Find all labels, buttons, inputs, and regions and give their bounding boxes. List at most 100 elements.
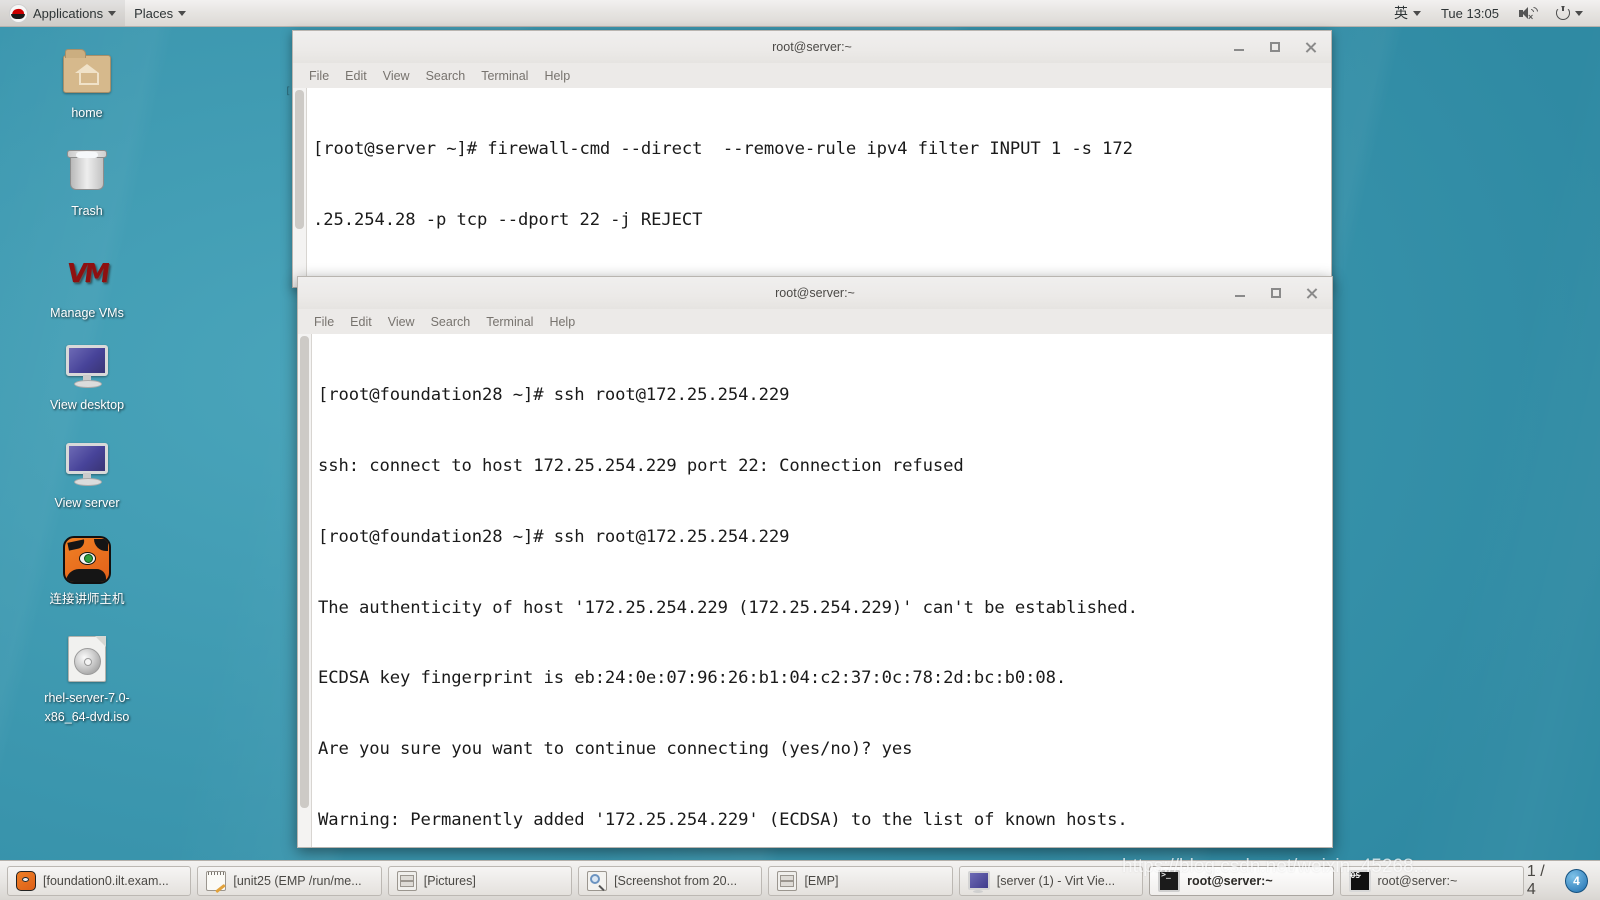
maximize-button[interactable]: [1267, 39, 1283, 55]
volume-indicator[interactable]: ×: [1510, 0, 1545, 26]
panel-status-area: 英 Tue 13:05 ×: [1385, 0, 1600, 26]
chevron-down-icon: [108, 10, 117, 16]
close-button[interactable]: [1303, 39, 1319, 55]
terminal-one-title: root@server:~: [772, 40, 852, 54]
desktop-icon-label: View server: [54, 496, 120, 510]
workspace-switcher[interactable]: 1 / 4 4: [1527, 863, 1596, 899]
iso-disc-icon: [61, 633, 113, 685]
terminal-icon: [1158, 869, 1181, 892]
desktop-icon-home[interactable]: home: [33, 48, 141, 123]
desktop-icon-label: home: [71, 106, 103, 120]
chevron-down-icon: [178, 10, 187, 16]
maximize-button[interactable]: [1268, 285, 1284, 301]
terminal-two-scrollbar[interactable]: [298, 334, 312, 847]
monitor-icon: [61, 340, 113, 392]
terminal-window-two[interactable]: root@server:~ File Edit View Search Term…: [297, 276, 1333, 848]
menu-view[interactable]: View: [375, 67, 418, 85]
terminal-one-output[interactable]: [root@server ~]# firewall-cmd --direct -…: [307, 88, 1331, 287]
terminal-line: ECDSA key fingerprint is eb:24:0e:07:96:…: [318, 668, 1067, 689]
image-viewer-icon: [587, 870, 608, 891]
places-menu[interactable]: Places: [125, 0, 195, 26]
power-icon: [1556, 6, 1570, 20]
menu-terminal[interactable]: Terminal: [473, 67, 536, 85]
terminal-line: [root@server ~]# firewall-cmd --direct -…: [313, 139, 1133, 160]
clock[interactable]: Tue 13:05: [1432, 0, 1508, 26]
terminal-two-output[interactable]: [root@foundation28 ~]# ssh root@172.25.2…: [312, 334, 1332, 847]
workspace-indicator-label: 1 / 4: [1526, 862, 1545, 898]
terminal-window-one[interactable]: root@server:~ File Edit View Search Term…: [292, 30, 1332, 288]
taskbar: [foundation0.ilt.exam... [unit25 (EMP /r…: [0, 860, 1600, 900]
desktop-icon-label: Manage VMs: [50, 306, 124, 320]
top-panel: Applications Places 英 Tue 13:05 ×: [0, 0, 1600, 27]
desktop-icon-label: View desktop: [49, 398, 125, 412]
menu-help[interactable]: Help: [541, 313, 583, 331]
taskbar-item-label: [Screenshot from 20...: [614, 873, 738, 888]
menu-file[interactable]: File: [306, 313, 342, 331]
input-method-indicator[interactable]: 英: [1385, 0, 1430, 26]
terminal-one-scrollbar[interactable]: [293, 88, 307, 287]
desktop-icon-view-server[interactable]: View server: [33, 438, 141, 513]
vmware-logo-icon: VM: [64, 259, 110, 289]
menu-edit[interactable]: Edit: [342, 313, 380, 331]
taskbar-item-screenshot[interactable]: [Screenshot from 20...: [578, 865, 763, 896]
terminal-one-titlebar[interactable]: root@server:~: [292, 30, 1332, 63]
desktop-icon-label: 连接讲师主机: [49, 592, 125, 606]
terminal-two-titlebar[interactable]: root@server:~: [297, 276, 1333, 309]
taskbar-item-unit25[interactable]: [unit25 (EMP /run/me...: [197, 865, 382, 896]
scrollbar-thumb[interactable]: [295, 90, 304, 230]
redhat-logo-icon: [9, 3, 28, 23]
menu-terminal[interactable]: Terminal: [478, 313, 541, 331]
terminal-two-body[interactable]: [root@foundation28 ~]# ssh root@172.25.2…: [297, 334, 1333, 848]
terminal-line: Are you sure you want to continue connec…: [318, 739, 913, 760]
taskbar-item-virt-viewer[interactable]: [server (1) - Virt Vie...: [958, 865, 1144, 896]
taskbar-item-foundation0[interactable]: [foundation0.ilt.exam...: [7, 865, 192, 896]
taskbar-item-label: [server (1) - Virt Vie...: [996, 873, 1116, 888]
menu-help[interactable]: Help: [536, 67, 578, 85]
places-menu-label: Places: [134, 5, 174, 21]
scrollbar-thumb[interactable]: [300, 336, 309, 808]
file-manager-icon: [396, 870, 417, 891]
window-edge-artifact: [: [285, 86, 292, 97]
minimize-button[interactable]: [1231, 39, 1247, 55]
chevron-down-icon: [1575, 10, 1583, 16]
taskbar-item-terminal-active[interactable]: root@server:~: [1149, 865, 1334, 896]
minimize-button[interactable]: [1232, 285, 1248, 301]
terminal-line: ssh: connect to host 172.25.254.229 port…: [318, 455, 964, 476]
terminal-one-menubar: File Edit View Search Terminal Help: [292, 63, 1332, 88]
taskbar-item-label: root@server:~: [1377, 873, 1458, 888]
menu-search[interactable]: Search: [423, 313, 479, 331]
terminal-line: .25.254.28 -p tcp --dport 22 -j REJECT: [313, 209, 703, 230]
virt-viewer-icon: [967, 871, 990, 893]
speaker-muted-icon: ×: [1519, 4, 1540, 21]
terminal-icon: [1348, 869, 1371, 892]
input-method-label: 英: [1393, 5, 1408, 21]
taskbar-item-pictures[interactable]: [Pictures]: [387, 865, 573, 896]
menu-search[interactable]: Search: [418, 67, 474, 85]
terminal-two-window-controls: [1232, 285, 1332, 301]
taskbar-item-terminal-second[interactable]: root@server:~: [1339, 865, 1524, 896]
menu-view[interactable]: View: [380, 313, 423, 331]
desktop-screen: Applications Places 英 Tue 13:05 × home T…: [0, 0, 1600, 900]
desktop-icon-view-desktop[interactable]: View desktop: [33, 340, 141, 415]
monitor-icon: [61, 438, 113, 490]
taskbar-item-label: [Pictures]: [423, 873, 476, 888]
desktop-icon-rhel-iso[interactable]: rhel-server-7.0-x86_64-dvd.iso: [33, 633, 141, 728]
terminal-two-title: root@server:~: [775, 286, 855, 300]
desktop-icon-manage-vms[interactable]: VM Manage VMs: [33, 248, 141, 323]
workspace-badge-icon[interactable]: 4: [1564, 868, 1588, 893]
system-menu[interactable]: [1547, 0, 1592, 26]
clock-label: Tue 13:05: [1440, 5, 1499, 21]
terminal-line: [root@foundation28 ~]# ssh root@172.25.2…: [318, 385, 790, 406]
applications-menu[interactable]: Applications: [0, 0, 126, 26]
menu-file[interactable]: File: [301, 67, 337, 85]
taskbar-item-label: [unit25 (EMP /run/me...: [233, 873, 362, 888]
desktop-icon-trash[interactable]: Trash: [33, 146, 141, 221]
terminal-one-body[interactable]: [root@server ~]# firewall-cmd --direct -…: [292, 88, 1332, 288]
close-button[interactable]: [1304, 285, 1320, 301]
terminal-line: Warning: Permanently added '172.25.254.2…: [318, 809, 1128, 830]
desktop-icon-label: rhel-server-7.0-x86_64-dvd.iso: [44, 691, 130, 725]
desktop-icon-connect-instructor-host[interactable]: 连接讲师主机: [33, 534, 141, 609]
menu-edit[interactable]: Edit: [337, 67, 375, 85]
taskbar-item-emp[interactable]: [EMP]: [768, 865, 953, 896]
taskbar-item-label: [foundation0.ilt.exam...: [43, 873, 169, 888]
